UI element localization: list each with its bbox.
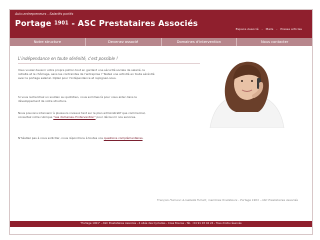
paragraph-4-period: .: [142, 136, 144, 140]
divider: [18, 63, 218, 64]
site-header: Auto-entrepreneurs - Salariés portés Por…: [10, 10, 312, 38]
paragraph-3-end: pour découvrir nos services.: [96, 115, 137, 120]
tagline: Auto-entrepreneurs - Salariés portés: [15, 12, 74, 16]
nav-item-notre-structure[interactable]: Notre structure: [10, 38, 85, 46]
brand-rest: - ASC Prestataires Associés: [71, 19, 198, 28]
main-nav: Notre structure Devenez associé Domaines…: [10, 38, 312, 46]
paragraph-4: N'hésitez pas à nous solliciter, nous ré…: [18, 136, 218, 140]
site-footer: "Portage 1901" - ASC Prestataires Associ…: [10, 221, 312, 227]
link-domaines-intervention[interactable]: "Les domaines d'intervention": [53, 115, 95, 119]
toplink-espace-associe[interactable]: Espace Associé: [236, 27, 259, 31]
top-links: Espace Associé - Mails - Presse articles: [234, 27, 302, 31]
signature: François Humann & Isabelle Fuhwit, membr…: [156, 198, 298, 202]
paragraph-4-text: N'hésitez pas à nous solliciter, nous ré…: [18, 136, 103, 140]
brand-name: Portage: [15, 19, 52, 28]
link-questions[interactable]: questions complémentaires: [104, 136, 143, 140]
paragraph-1: Vous voulez devenir votre propre patron …: [18, 68, 155, 81]
site-logo[interactable]: Portage 1901 - ASC Prestataires Associés: [15, 19, 198, 28]
paragraph-2: Si vous recherchez un soutien au quotidi…: [18, 95, 137, 104]
nav-item-devenez-associe[interactable]: Devenez associé: [84, 38, 161, 46]
intro-heading: L'indépendance en toute sérénité, c'est …: [18, 56, 118, 61]
footer-text: "Portage 1901" - ASC Prestataires Associ…: [80, 222, 242, 225]
photo-illustration: [200, 50, 294, 128]
toplink-mails[interactable]: Mails: [266, 27, 274, 31]
photo-woman-on-phone: [200, 50, 294, 128]
toplink-separator-1: -: [261, 27, 263, 31]
page-frame: Auto-entrepreneurs - Salariés portés Por…: [9, 9, 313, 235]
toplink-presse[interactable]: Presse articles: [280, 27, 302, 31]
nav-item-contact[interactable]: Nous contacter: [236, 38, 312, 46]
paragraph-3: Nous pouvons intervenir à plusieurs nive…: [18, 111, 156, 119]
toplink-separator-2: -: [276, 27, 278, 31]
brand-year: 1901: [54, 20, 69, 27]
nav-item-domaines[interactable]: Domaines d'intervention: [160, 38, 237, 46]
